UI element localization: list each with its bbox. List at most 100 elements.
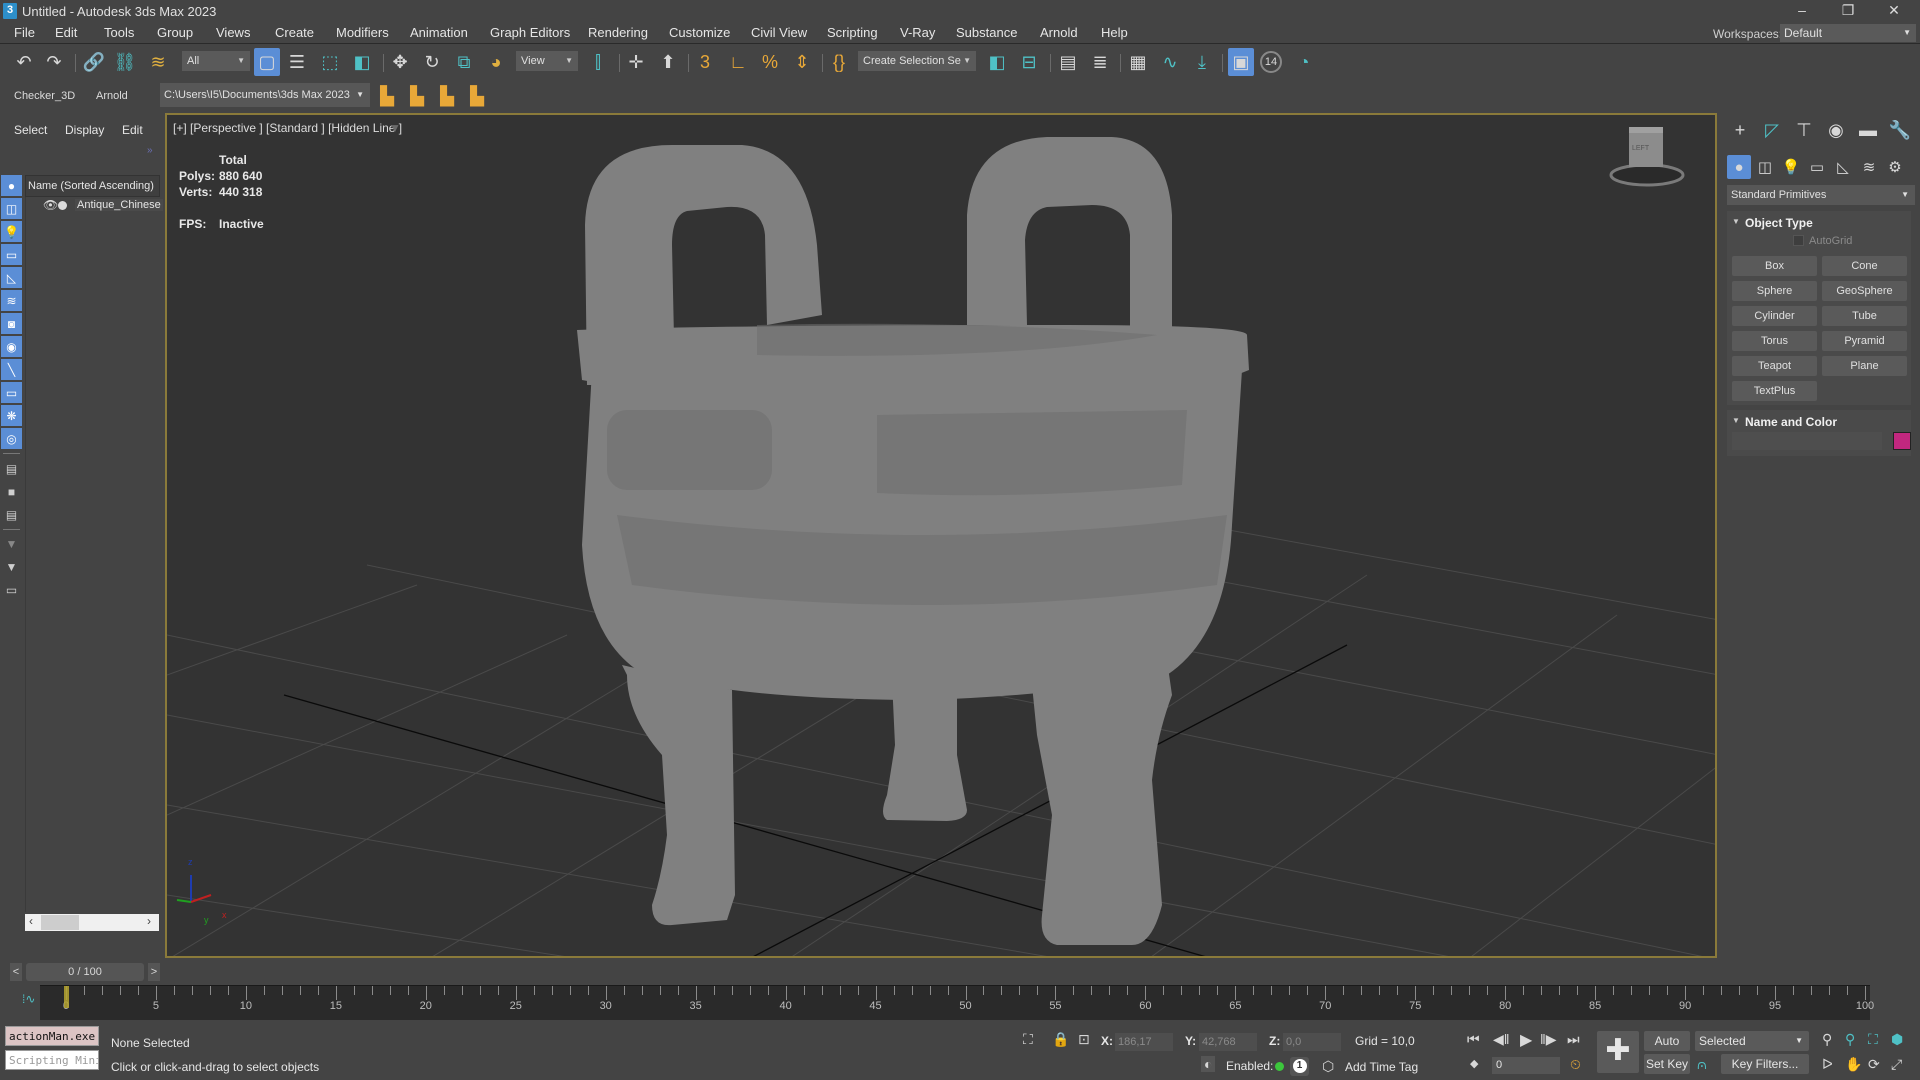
pivot-center-icon[interactable]: ⫿ xyxy=(586,50,610,74)
rectangular-selection-icon[interactable]: ⬚ xyxy=(318,50,342,74)
object-name-input[interactable] xyxy=(1732,432,1882,450)
groups-filter-icon[interactable]: ◙ xyxy=(1,313,22,334)
auto-key-button[interactable]: Auto Key xyxy=(1644,1031,1690,1068)
tab-arnold[interactable]: Arnold xyxy=(96,90,128,102)
set-key-button[interactable]: Set Key xyxy=(1644,1054,1690,1074)
motion-tab-icon[interactable]: ◉ xyxy=(1823,117,1849,143)
create-tab-icon[interactable]: + xyxy=(1727,117,1753,143)
scale-icon[interactable]: ⧉ xyxy=(452,50,476,74)
maxscript-listener[interactable]: actionMan.exe xyxy=(5,1026,99,1046)
maxscript-mini-input[interactable]: Scripting Mini xyxy=(5,1050,99,1070)
current-frame-marker[interactable] xyxy=(64,986,69,1008)
menu-views[interactable]: Views xyxy=(216,25,250,40)
zoom-icon[interactable]: ⚲ xyxy=(1822,1031,1832,1048)
tab-display[interactable]: Display xyxy=(65,123,104,137)
tab-checker-3d[interactable]: Checker_3D xyxy=(14,90,75,102)
rotate-icon[interactable]: ↻ xyxy=(420,50,444,74)
add-time-tag-button[interactable]: Add Time Tag xyxy=(1345,1060,1418,1074)
menu-group[interactable]: Group xyxy=(157,25,193,40)
xrefs-filter-icon[interactable]: ◉ xyxy=(1,336,22,357)
project-folder-new-icon[interactable]: ▙ xyxy=(435,84,459,108)
align-icon[interactable]: ⊟ xyxy=(1017,50,1041,74)
schematic-view-icon[interactable]: ⤓ xyxy=(1190,50,1214,74)
cylinder-button[interactable]: Cylinder xyxy=(1732,306,1817,326)
bind-space-warp-icon[interactable]: ≋ xyxy=(146,50,170,74)
adaptive-degradation-icon[interactable]: ◐ xyxy=(1201,1056,1216,1072)
play-icon[interactable]: ▶ xyxy=(1520,1030,1532,1050)
plane-button[interactable]: Plane xyxy=(1822,356,1907,376)
render-production-icon[interactable]: ◔ xyxy=(1292,50,1316,74)
pyramid-button[interactable]: Pyramid xyxy=(1822,331,1907,351)
edit-named-selection-icon[interactable]: {} xyxy=(827,50,851,74)
selection-lock-icon[interactable]: 🔒 xyxy=(1052,1031,1069,1048)
scene-explorer-list[interactable] xyxy=(25,197,160,912)
isolate-selection-icon[interactable]: ⛶ xyxy=(1023,1031,1033,1048)
project-folder-open-icon[interactable]: ▙ xyxy=(405,84,429,108)
time-slider[interactable]: < 0 / 100 > xyxy=(10,963,165,981)
percent-snap-icon[interactable]: % xyxy=(758,50,782,74)
menu-create[interactable]: Create xyxy=(275,25,314,40)
space-warps-filter-icon[interactable]: ≋ xyxy=(1,290,22,311)
horizontal-scrollbar[interactable]: ‹ › xyxy=(25,914,159,931)
menu-graph-editors[interactable]: Graph Editors xyxy=(490,25,570,40)
timeline-track[interactable]: 0510152025303540455055606570758085909510… xyxy=(40,985,1874,1020)
eye-icon[interactable]: 👁 xyxy=(43,198,58,212)
filter-icon[interactable]: ▼ xyxy=(1,556,22,577)
zoom-all-icon[interactable]: ⚲ xyxy=(1845,1031,1855,1048)
enabled-count-badge[interactable]: 1 xyxy=(1290,1057,1309,1076)
display-tab-icon[interactable]: ▬ xyxy=(1855,117,1881,143)
selection-filter-dropdown[interactable]: All ▼ xyxy=(182,51,250,71)
shapes-category-icon[interactable]: ◫ xyxy=(1753,155,1777,179)
scene-explorer-toggle-icon[interactable]: ▤ xyxy=(1056,50,1080,74)
viewcube-top[interactable] xyxy=(1629,127,1663,133)
scroll-right-icon[interactable]: › xyxy=(147,914,151,928)
close-button[interactable]: ✕ xyxy=(1872,0,1916,22)
lights-category-icon[interactable]: 💡 xyxy=(1779,155,1803,179)
project-folder-structure-icon[interactable]: ▙ xyxy=(465,84,489,108)
key-filters-button[interactable]: Key Filters... xyxy=(1721,1054,1809,1074)
default-in-out-tangents-icon[interactable]: ⩀ xyxy=(1697,1056,1707,1073)
modify-tab-icon[interactable]: ◸ xyxy=(1759,117,1785,143)
object-dot-icon[interactable] xyxy=(58,201,67,210)
tube-button[interactable]: Tube xyxy=(1822,306,1907,326)
spinner-snap-icon[interactable]: ⇕ xyxy=(790,50,814,74)
select-object-icon[interactable]: ▢ xyxy=(254,48,280,76)
textplus-button[interactable]: TextPlus xyxy=(1732,381,1817,401)
torus-button[interactable]: Torus xyxy=(1732,331,1817,351)
restore-button[interactable]: ❐ xyxy=(1826,0,1870,22)
viewcube[interactable] xyxy=(1609,127,1685,187)
container-icon[interactable]: ▭ xyxy=(1,579,22,600)
menu-animation[interactable]: Animation xyxy=(410,25,468,40)
x-coordinate-field[interactable]: 186,17 xyxy=(1115,1033,1173,1051)
layer-explorer-icon[interactable]: ≣ xyxy=(1088,50,1112,74)
select-manipulate-icon[interactable]: ✛ xyxy=(624,50,648,74)
shapes-filter-icon[interactable]: ◫ xyxy=(1,198,22,219)
zoom-extents-icon[interactable]: ⛶ xyxy=(1868,1031,1878,1048)
go-to-end-icon[interactable]: ⏭ xyxy=(1567,1031,1580,1048)
display-none-icon[interactable]: ■ xyxy=(1,481,22,502)
select-by-name-icon[interactable]: ☰ xyxy=(285,50,309,74)
menu-file[interactable]: File xyxy=(14,25,35,40)
time-slider-prev-button[interactable]: < xyxy=(10,963,22,981)
curve-editor-mini-icon[interactable]: ⁞∿ xyxy=(22,992,35,1006)
menu-edit[interactable]: Edit xyxy=(55,25,77,40)
previous-frame-icon[interactable]: ◀‖ xyxy=(1493,1031,1510,1048)
geometry-filter-icon[interactable]: ● xyxy=(1,175,22,196)
helpers-filter-icon[interactable]: ◺ xyxy=(1,267,22,288)
sphere-button[interactable]: Sphere xyxy=(1732,281,1817,301)
menu-substance[interactable]: Substance xyxy=(956,25,1017,40)
maximize-viewport-icon[interactable]: ⤢ xyxy=(1891,1056,1902,1073)
menu-civil-view[interactable]: Civil View xyxy=(751,25,807,40)
viewcube-ring[interactable] xyxy=(1609,163,1685,187)
field-of-view-icon[interactable]: ᐅ xyxy=(1822,1056,1833,1073)
menu-help[interactable]: Help xyxy=(1101,25,1128,40)
cameras-filter-icon[interactable]: ▭ xyxy=(1,244,22,265)
scroll-left-icon[interactable]: ‹ xyxy=(29,914,33,928)
menu-arnold[interactable]: Arnold xyxy=(1040,25,1078,40)
project-path-dropdown[interactable]: C:\Users\I5\Documents\3ds Max 2023 ▼ xyxy=(160,83,370,107)
hierarchy-tab-icon[interactable]: ⊤ xyxy=(1791,117,1817,143)
helpers-category-icon[interactable]: ◺ xyxy=(1831,155,1855,179)
cone-button[interactable]: Cone xyxy=(1822,256,1907,276)
set-key-big-button[interactable]: ✚ xyxy=(1597,1031,1639,1073)
zoom-extents-all-icon[interactable]: ⬢ xyxy=(1891,1031,1903,1048)
